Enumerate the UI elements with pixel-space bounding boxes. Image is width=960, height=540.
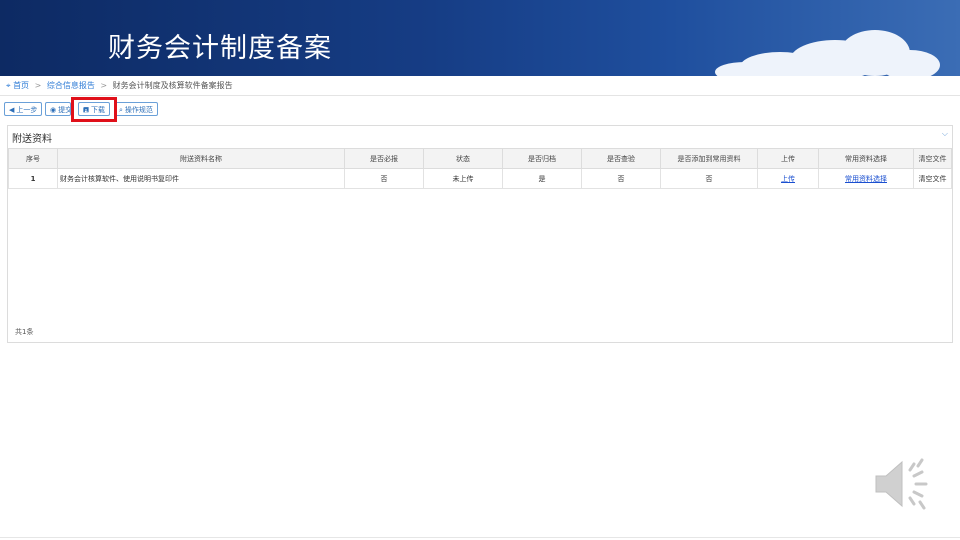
col-index: 序号 (8, 148, 58, 169)
cell-name: 财务会计核算软件、使用说明书复印件 (57, 168, 345, 189)
col-add-common: 是否添加到常用资料 (660, 148, 758, 169)
attachments-panel: 附送资料 ⌵ 序号 附送资料名称 是否必报 状态 是否归档 是否查验 是否添加到… (7, 125, 953, 343)
col-archived: 是否归档 (502, 148, 582, 169)
cell-status: 未上传 (423, 168, 503, 189)
speaker-icon[interactable] (872, 454, 934, 514)
col-upload: 上传 (757, 148, 819, 169)
toolbar: ◀ 上一步 ◉ 提交 🖪 下载 ⌕ 操作规范 (0, 98, 960, 122)
breadcrumb: ⌖ 首页 > 综合信息报告 > 财务会计制度及核算软件备案报告 (0, 76, 960, 96)
cell-required: 否 (344, 168, 424, 189)
common-select-link[interactable]: 常用资料选择 (845, 175, 887, 183)
check-circle-icon: ◉ (50, 106, 57, 114)
submit-button[interactable]: ◉ 提交 (45, 102, 71, 116)
location-pin-icon: ⌖ (6, 81, 11, 90)
slide-title: 财务会计制度备案 (108, 33, 332, 64)
download-highlight-box (71, 97, 117, 122)
cell-verified: 否 (581, 168, 661, 189)
slide-bottom-line (0, 537, 960, 538)
search-doc-icon: ⌕ (119, 106, 123, 114)
clear-file-button[interactable]: 清空文件 (913, 168, 952, 189)
col-clear: 清空文件 (913, 148, 952, 169)
cell-archived: 是 (502, 168, 582, 189)
cell-upload: 上传 (757, 168, 819, 189)
breadcrumb-separator: > (34, 81, 42, 90)
cell-common-select: 常用资料选择 (818, 168, 914, 189)
col-common-select: 常用资料选择 (818, 148, 914, 169)
col-verified: 是否查验 (581, 148, 661, 169)
total-count: 共1条 (15, 328, 34, 336)
cell-add-common: 否 (660, 168, 758, 189)
attachments-table: 序号 附送资料名称 是否必报 状态 是否归档 是否查验 是否添加到常用资料 上传… (8, 148, 952, 189)
col-status: 状态 (423, 148, 503, 169)
chevron-down-icon[interactable]: ⌵ (942, 129, 948, 139)
col-name: 附送资料名称 (57, 148, 345, 169)
operation-guide-button[interactable]: ⌕ 操作规范 (114, 102, 158, 116)
table-row: 1 财务会计核算软件、使用说明书复印件 否 未上传 是 否 否 上传 常用资料选… (8, 168, 952, 189)
panel-title: 附送资料 (12, 134, 52, 145)
cell-index: 1 (8, 168, 58, 189)
col-required: 是否必报 (344, 148, 424, 169)
breadcrumb-separator: > (100, 81, 108, 90)
slide-banner: 财务会计制度备案 (0, 0, 960, 76)
breadcrumb-report[interactable]: 综合信息报告 (47, 81, 95, 90)
upload-link[interactable]: 上传 (781, 175, 795, 183)
prev-step-button[interactable]: ◀ 上一步 (4, 102, 43, 116)
breadcrumb-home[interactable]: 首页 (13, 81, 29, 90)
arrow-left-icon: ◀ (9, 106, 15, 114)
breadcrumb-current: 财务会计制度及核算软件备案报告 (112, 81, 233, 90)
